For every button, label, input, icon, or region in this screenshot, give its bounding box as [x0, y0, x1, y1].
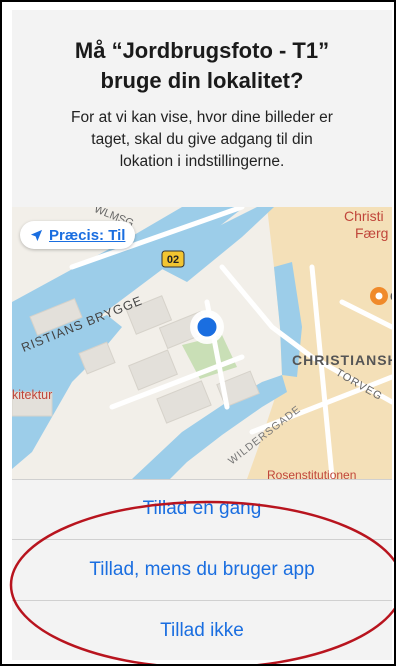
map-label-christianshavn: CHRISTIANSH	[292, 352, 392, 368]
dialog-buttons: Tillad en gang Tillad, mens du bruger ap…	[12, 479, 392, 660]
allow-while-using-button[interactable]: Tillad, mens du bruger app	[12, 540, 392, 600]
bridge-number: 02	[167, 254, 179, 266]
dialog-message: For at vi kan vise, hvor dine billeder e…	[71, 109, 333, 170]
map-label-partial-bottom: Rosenstitutionen	[267, 468, 356, 479]
allow-once-button[interactable]: Tillad en gang	[12, 479, 392, 539]
location-map: 02 C WLMSG Christi Færg RISTIANS BRYGGE …	[12, 207, 392, 479]
screenshot-frame: Må “Jordbrugsfoto - T1” bruge din lokali…	[0, 0, 396, 666]
precise-location-label: Præcis: Til	[49, 226, 126, 244]
location-permission-dialog: Må “Jordbrugsfoto - T1” bruge din lokali…	[12, 10, 392, 660]
poi-marker-dot	[375, 292, 383, 300]
poi-label: C	[390, 289, 392, 304]
map-label-faergerne: Færg	[355, 225, 388, 241]
map-label-christianshavn-top: Christi	[344, 208, 384, 224]
dont-allow-button[interactable]: Tillad ikke	[12, 601, 392, 660]
user-location-dot	[194, 314, 220, 340]
map-label-arkitektur: kitektur	[12, 388, 52, 402]
location-arrow-icon	[30, 229, 43, 241]
dialog-title: Må “Jordbrugsfoto - T1” bruge din lokali…	[74, 38, 330, 93]
precise-location-toggle[interactable]: Præcis: Til	[20, 221, 136, 249]
